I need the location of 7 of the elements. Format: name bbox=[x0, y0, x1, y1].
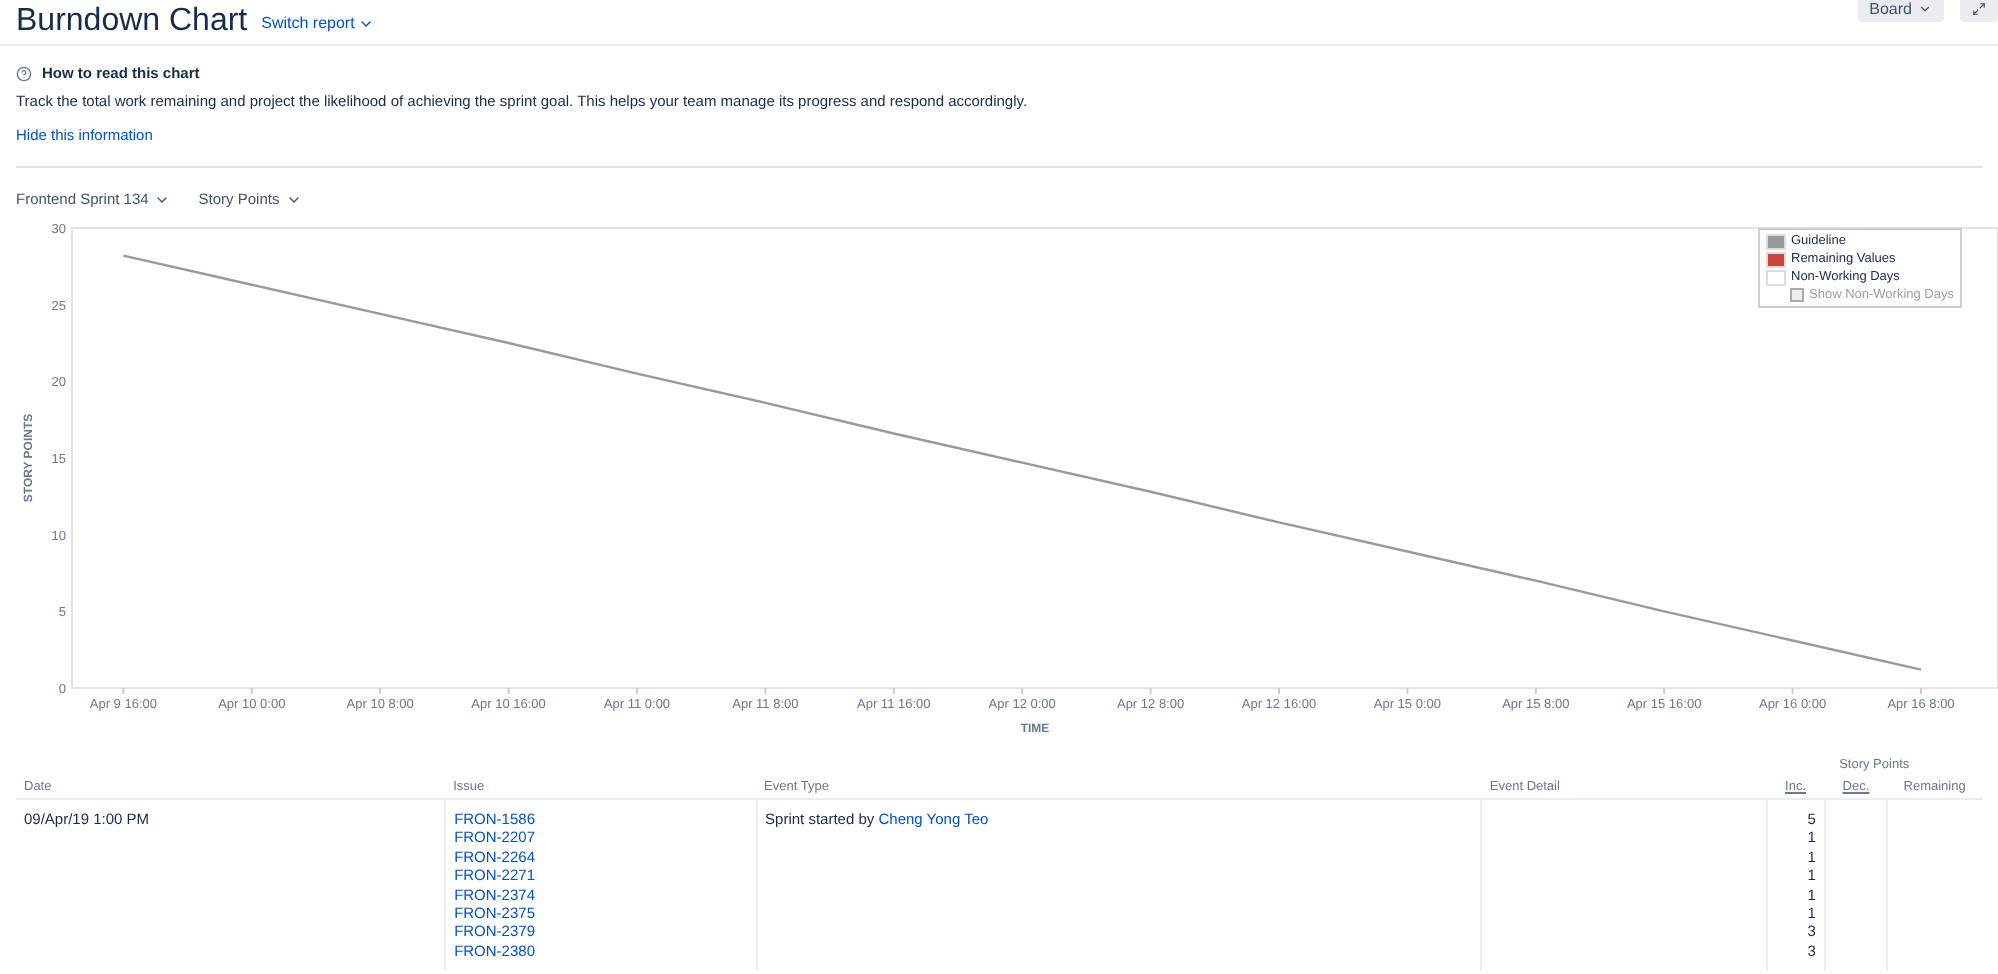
board-button[interactable]: Board bbox=[1857, 0, 1944, 22]
expand-button[interactable] bbox=[1960, 0, 1998, 22]
chevron-down-icon bbox=[1918, 1, 1932, 15]
expand-icon bbox=[1972, 1, 1986, 15]
help-icon bbox=[16, 65, 32, 81]
page-title: Burndown Chart bbox=[16, 4, 248, 40]
switch-report-link[interactable]: Switch report bbox=[261, 14, 375, 32]
